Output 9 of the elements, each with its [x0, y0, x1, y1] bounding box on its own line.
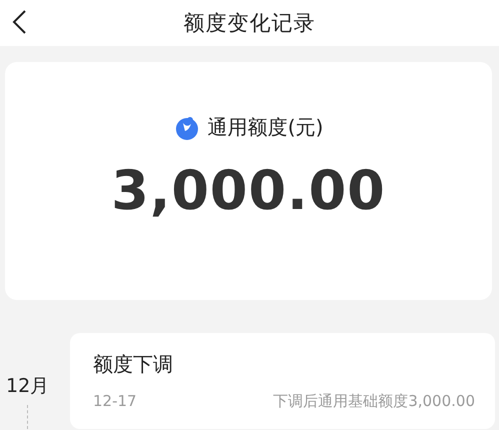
quota-amount: 3,000.00	[111, 159, 386, 222]
record-date: 12-17	[93, 392, 137, 411]
record-detail: 下调后通用基础额度3,000.00	[273, 392, 475, 411]
logo-icon	[174, 114, 200, 140]
page-title: 额度变化记录	[184, 10, 316, 37]
record-title: 额度下调	[93, 351, 174, 378]
month-label: 12月	[6, 374, 50, 399]
quota-label: 通用额度(元)	[208, 114, 324, 141]
record-card[interactable]: 额度下调 12-17 下调后通用基础额度3,000.00	[70, 333, 495, 429]
